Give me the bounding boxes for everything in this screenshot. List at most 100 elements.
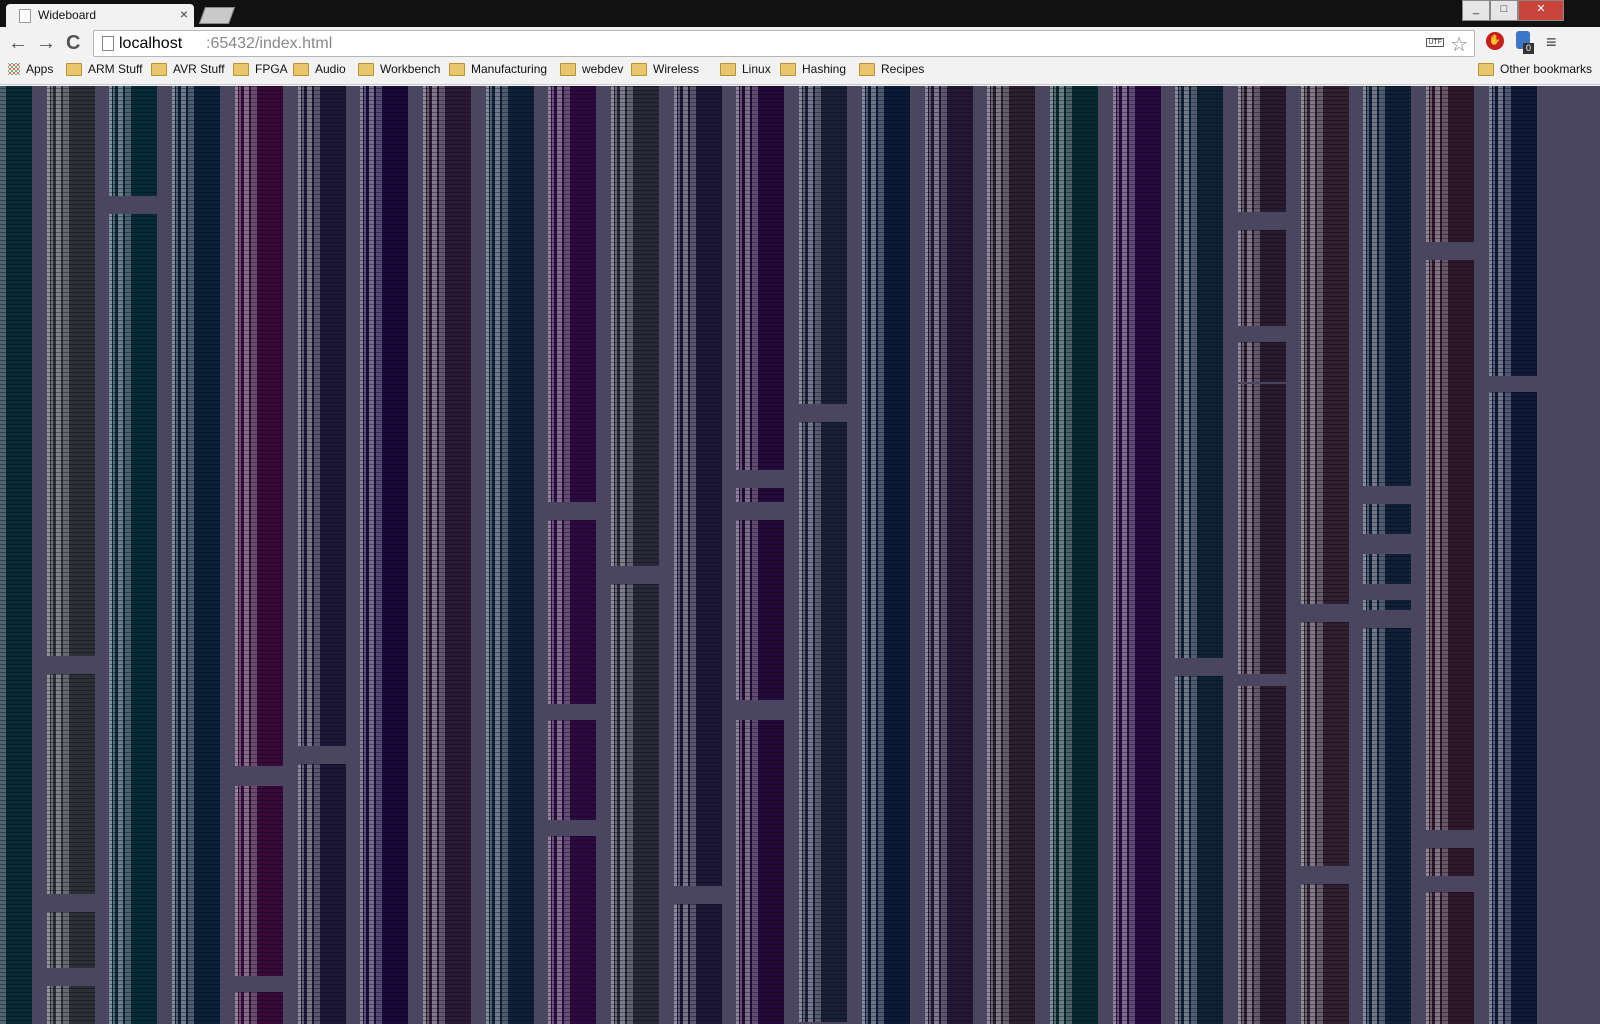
code-column-block[interactable] xyxy=(674,904,722,1024)
code-column-block[interactable] xyxy=(799,422,847,1022)
bookmark-label: webdev xyxy=(582,62,624,76)
code-column-block[interactable] xyxy=(1238,384,1286,674)
code-column-block[interactable] xyxy=(548,86,596,502)
code-column-block[interactable] xyxy=(235,86,283,766)
bookmark-folder[interactable]: Manufacturing xyxy=(449,62,547,76)
code-column-block[interactable] xyxy=(1363,554,1411,584)
bookmark-apps[interactable]: Apps xyxy=(8,62,53,76)
code-column-block[interactable] xyxy=(109,86,157,196)
code-column-block[interactable] xyxy=(423,86,471,1024)
bookmark-folder[interactable]: webdev xyxy=(560,62,623,76)
browser-chrome: Wideboard × _ □ ✕ ← → C localhost :65432… xyxy=(0,0,1600,86)
code-column-block[interactable] xyxy=(1301,884,1349,1024)
code-column-block[interactable] xyxy=(611,86,659,566)
code-column-block[interactable] xyxy=(1426,86,1474,242)
code-column-block[interactable] xyxy=(235,786,283,976)
code-column-block[interactable] xyxy=(548,720,596,820)
code-column-block[interactable] xyxy=(736,86,784,470)
folder-icon xyxy=(1478,62,1494,76)
code-column-block[interactable] xyxy=(486,86,534,1024)
code-column-block[interactable] xyxy=(1426,848,1474,876)
bookmark-folder[interactable]: Hashing xyxy=(780,62,846,76)
bookmark-folder[interactable]: Recipes xyxy=(859,62,924,76)
bookmark-folder[interactable]: ARM Stuff xyxy=(66,62,142,76)
code-column-block[interactable] xyxy=(736,520,784,700)
folder-icon xyxy=(631,62,647,76)
code-column-block[interactable] xyxy=(799,86,847,404)
page-icon xyxy=(19,9,31,23)
code-column-block[interactable] xyxy=(298,764,346,1024)
code-column-block[interactable] xyxy=(862,86,910,1024)
new-tab-button[interactable] xyxy=(198,7,236,24)
code-column-block[interactable] xyxy=(47,674,95,894)
code-column-block[interactable] xyxy=(987,86,1035,1024)
code-column-block[interactable] xyxy=(0,86,32,1024)
code-column-block[interactable] xyxy=(736,488,784,502)
close-window-button[interactable]: ✕ xyxy=(1518,0,1564,21)
url-path: :65432/index.html xyxy=(206,35,333,52)
bookmark-folder[interactable]: Linux xyxy=(720,62,771,76)
code-column-block[interactable] xyxy=(1489,392,1537,1024)
folder-icon xyxy=(358,62,374,76)
code-column-block[interactable] xyxy=(47,912,95,968)
folder-icon xyxy=(293,62,309,76)
code-column-block[interactable] xyxy=(736,728,784,1024)
extension-badge: 0 xyxy=(1523,43,1534,54)
wideboard-canvas[interactable] xyxy=(0,86,1600,1024)
code-column-block[interactable] xyxy=(1113,86,1161,1024)
code-column-block[interactable] xyxy=(235,992,283,1024)
code-column-block[interactable] xyxy=(1426,260,1474,830)
code-column-block[interactable] xyxy=(109,214,157,1024)
code-column-block[interactable] xyxy=(548,836,596,1024)
code-column-block[interactable] xyxy=(1175,86,1223,658)
code-column-block[interactable] xyxy=(1363,86,1411,486)
folder-icon xyxy=(780,62,796,76)
code-column-block[interactable] xyxy=(1050,86,1098,1024)
bookmark-label: Audio xyxy=(315,62,346,76)
code-column-block[interactable] xyxy=(1489,86,1537,376)
bookmarks-bar: Apps ARM Stuff AVR Stuff FPGA Audio Work… xyxy=(0,60,1600,85)
reload-button[interactable]: C xyxy=(66,33,80,53)
code-column-block[interactable] xyxy=(47,986,95,1024)
code-column-block[interactable] xyxy=(360,86,408,1024)
folder-icon xyxy=(151,62,167,76)
minimize-button[interactable]: _ xyxy=(1462,0,1490,21)
code-column-block[interactable] xyxy=(925,86,973,1024)
maximize-button[interactable]: □ xyxy=(1490,0,1518,21)
address-bar[interactable]: localhost :65432/index.html UTF ☆ xyxy=(93,30,1475,57)
bookmark-folder[interactable]: Wireless xyxy=(631,62,699,76)
code-column-block[interactable] xyxy=(548,520,596,704)
code-column-block[interactable] xyxy=(1238,86,1286,212)
bookmark-label: Recipes xyxy=(881,62,925,76)
bookmark-label: Apps xyxy=(26,62,54,76)
back-button[interactable]: ← xyxy=(8,33,28,53)
code-column-block[interactable] xyxy=(1301,86,1349,604)
code-column-block[interactable] xyxy=(1363,600,1411,610)
code-column-block[interactable] xyxy=(172,86,220,1024)
code-column-block[interactable] xyxy=(298,86,346,746)
code-column-block[interactable] xyxy=(1175,676,1223,1024)
code-column-block[interactable] xyxy=(1238,686,1286,1024)
adblock-extension-icon[interactable]: ✋ xyxy=(1486,32,1504,50)
tab-wideboard[interactable]: Wideboard × xyxy=(6,4,194,27)
bookmark-other[interactable]: Other bookmarks xyxy=(1478,62,1592,76)
star-icon[interactable]: ☆ xyxy=(1450,32,1468,57)
code-column-block[interactable] xyxy=(1238,230,1286,326)
code-column-block[interactable] xyxy=(1363,504,1411,534)
code-column-block[interactable] xyxy=(1426,892,1474,1024)
bookmark-folder[interactable]: FPGA xyxy=(233,62,288,76)
code-column-block[interactable] xyxy=(1363,628,1411,1024)
tab-close-icon[interactable]: × xyxy=(180,6,188,22)
browser-toolbar: ← → C localhost :65432/index.html UTF ☆ … xyxy=(0,27,1600,60)
bookmark-folder[interactable]: Workbench xyxy=(358,62,440,76)
encoding-badge[interactable]: UTF xyxy=(1426,38,1444,47)
menu-icon[interactable]: ≡ xyxy=(1546,32,1557,53)
code-column-block[interactable] xyxy=(674,86,722,886)
bookmark-folder[interactable]: Audio xyxy=(293,62,346,76)
code-column-block[interactable] xyxy=(1301,622,1349,866)
code-column-block[interactable] xyxy=(47,86,95,656)
code-column-block[interactable] xyxy=(611,584,659,1024)
code-column-block[interactable] xyxy=(1238,342,1286,382)
bookmark-folder[interactable]: AVR Stuff xyxy=(151,62,225,76)
forward-button[interactable]: → xyxy=(36,33,56,53)
